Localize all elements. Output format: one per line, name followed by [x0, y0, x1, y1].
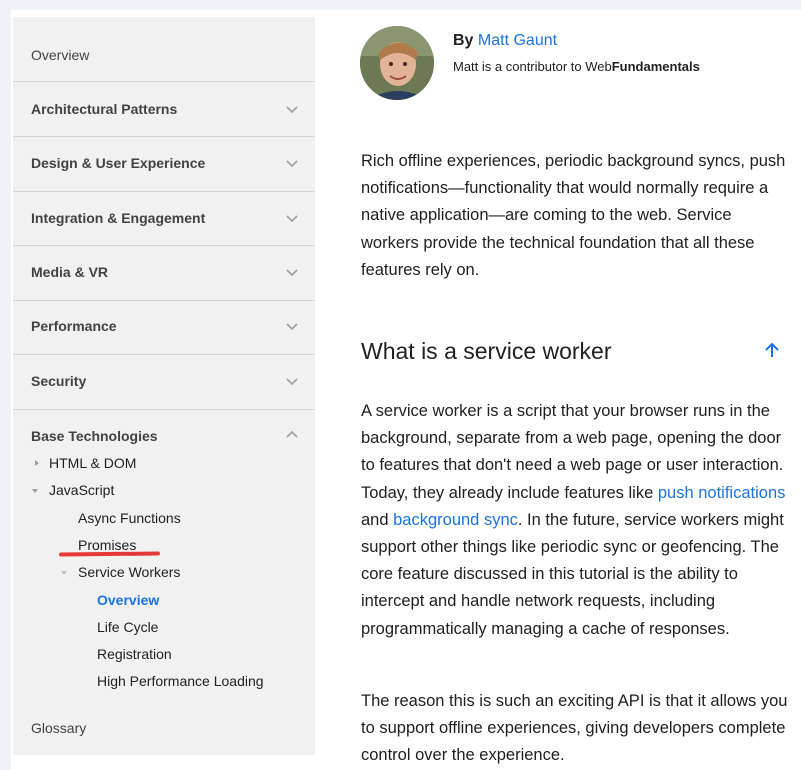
service-worker-paragraph: A service worker is a script that your b… — [361, 398, 793, 643]
sidebar-item-label: Design & User Experience — [31, 155, 206, 171]
sidebar-item-label: Overview — [31, 47, 90, 63]
chevron-down-icon[interactable] — [285, 102, 299, 116]
triangle-right-icon[interactable] — [33, 459, 41, 467]
sidebar-item-glossary[interactable]: Glossary — [13, 705, 315, 755]
tree-item-high-performance-loading[interactable]: High Performance Loading — [97, 673, 264, 689]
sidebar-item-label: Glossary — [31, 720, 87, 736]
background-sync-link[interactable]: background sync — [393, 511, 518, 529]
sidebar-item-base-technologies: Base Technologies HTML & DOM JavaScript … — [13, 410, 315, 705]
sidebar-item-performance[interactable]: Performance — [13, 301, 315, 355]
sidebar-item-design-ux[interactable]: Design & User Experience — [13, 137, 315, 192]
chevron-down-icon[interactable] — [285, 156, 299, 170]
sidebar-item-label: Media & VR — [31, 264, 109, 280]
tree-item-service-workers[interactable]: Service Workers — [78, 564, 180, 580]
sidebar-item-media-vr[interactable]: Media & VR — [13, 246, 315, 301]
sidebar-item-security[interactable]: Security — [13, 355, 315, 410]
tree-item-promises[interactable]: Promises — [78, 537, 136, 553]
tree-item-javascript[interactable]: JavaScript — [49, 482, 114, 498]
paragraph-text: . In the future, service workers might s… — [361, 510, 784, 638]
author-name-link[interactable]: Matt Gaunt — [478, 32, 557, 49]
tree-item-life-cycle[interactable]: Life Cycle — [97, 619, 158, 635]
sidebar-nav: Overview Architectural Patterns Design &… — [13, 17, 315, 755]
push-notifications-link[interactable]: push notifications — [658, 484, 786, 502]
author-byline: By Matt Gaunt — [453, 31, 557, 51]
sidebar-item-label: Integration & Engagement — [31, 210, 206, 226]
sidebar-item-label[interactable]: Base Technologies — [31, 428, 158, 444]
chevron-up-icon[interactable] — [285, 428, 299, 442]
tree-item-registration[interactable]: Registration — [97, 646, 172, 662]
paragraph-text: and — [361, 510, 394, 529]
author-desc-brand: Fundamentals — [611, 59, 700, 74]
chevron-down-icon[interactable] — [285, 265, 299, 279]
chevron-down-icon[interactable] — [285, 211, 299, 225]
sidebar-item-label: Performance — [31, 318, 117, 334]
triangle-down-icon[interactable] — [60, 569, 68, 577]
sidebar-item-architectural-patterns[interactable]: Architectural Patterns — [13, 82, 315, 137]
byline-prefix: By — [453, 32, 474, 49]
tree-item-html-dom[interactable]: HTML & DOM — [49, 455, 136, 471]
tree-item-async-functions[interactable]: Async Functions — [78, 510, 181, 526]
tree-item-overview-active[interactable]: Overview — [97, 592, 159, 608]
arrow-up-icon[interactable] — [762, 340, 782, 360]
triangle-down-icon[interactable] — [31, 487, 39, 495]
sidebar-item-label: Security — [31, 373, 87, 389]
author-desc-prefix: Matt is a contributor to Web — [453, 59, 612, 74]
api-paragraph: The reason this is such an exciting API … — [361, 692, 788, 765]
chevron-down-icon[interactable] — [285, 319, 299, 333]
sidebar-item-label: Architectural Patterns — [31, 101, 178, 117]
sidebar-item-integration-engagement[interactable]: Integration & Engagement — [13, 192, 315, 246]
section-heading: What is a service worker — [361, 338, 612, 364]
intro-paragraph: Rich offline experiences, periodic backg… — [361, 152, 786, 279]
sidebar-item-overview[interactable]: Overview — [13, 17, 315, 82]
chevron-down-icon[interactable] — [285, 374, 299, 388]
author-description: Matt is a contributor to WebFundamentals — [453, 58, 700, 76]
author-avatar — [360, 26, 434, 100]
